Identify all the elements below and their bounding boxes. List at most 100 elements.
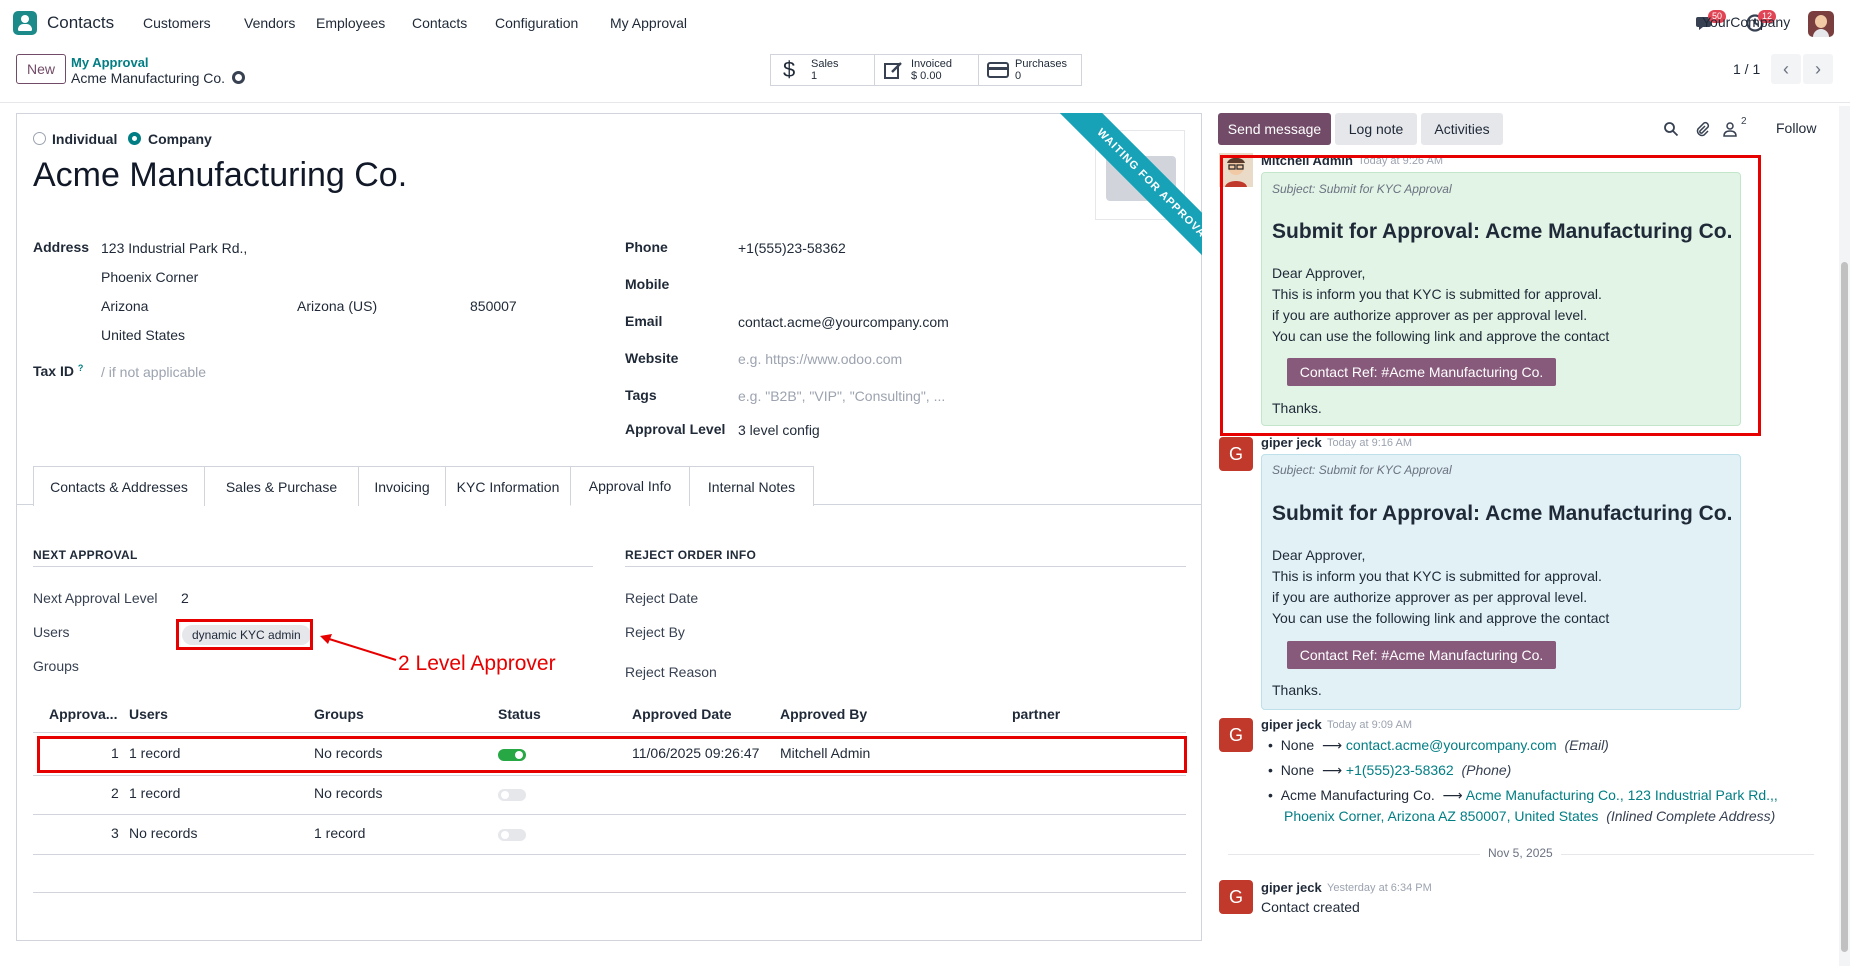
send-message-button[interactable]: Send message <box>1218 113 1331 145</box>
annotation-text: 2 Level Approver <box>398 652 556 675</box>
street2-field[interactable]: Phoenix Corner <box>101 269 198 285</box>
app-name[interactable]: Contacts <box>47 13 114 33</box>
tracking-old: None <box>1280 737 1315 753</box>
user-avatar[interactable] <box>1808 11 1834 37</box>
website-field[interactable]: e.g. https://www.odoo.com <box>738 351 902 367</box>
next-record-button[interactable]: › <box>1803 54 1833 84</box>
tags-field[interactable]: e.g. "B2B", "VIP", "Consulting", ... <box>738 388 945 404</box>
company-switcher[interactable]: YourCompany <box>1702 14 1790 30</box>
menu-my-approval[interactable]: My Approval <box>610 15 687 31</box>
taxid-label-text: Tax ID <box>33 363 74 379</box>
message-heading: Submit for Approval: Acme Manufacturing … <box>1272 502 1733 525</box>
tracking-new: Acme Manufacturing Co., 123 Industrial P… <box>1465 787 1778 803</box>
zip-field[interactable]: 850007 <box>470 298 517 314</box>
giper-jeck-avatar[interactable]: G <box>1219 437 1253 471</box>
log-note-button[interactable]: Log note <box>1335 113 1417 145</box>
row-divider <box>33 892 1186 893</box>
menu-contacts[interactable]: Contacts <box>412 15 467 31</box>
invoice-icon <box>884 62 902 79</box>
giper-jeck-avatar[interactable]: G <box>1219 718 1253 752</box>
row-users: No records <box>129 825 198 841</box>
contacts-app-icon[interactable] <box>13 11 37 35</box>
purchases-smart-button[interactable]: Purchases 0 <box>978 54 1082 86</box>
previous-record-button[interactable]: ‹ <box>1771 54 1801 84</box>
highlight-box-row <box>37 736 1187 773</box>
tab-approval-info[interactable]: Approval Info <box>570 466 690 506</box>
sales-smart-button[interactable]: $ Sales 1 <box>770 54 875 86</box>
partner-name-field[interactable]: Acme Manufacturing Co. <box>33 156 407 195</box>
invoiced-smart-button[interactable]: Invoiced $ 0.00 <box>874 54 979 86</box>
country-field[interactable]: United States <box>101 327 185 343</box>
street-field[interactable]: 123 Industrial Park Rd., <box>101 240 247 256</box>
tracking-change: • None ⟶ +1(555)23-58362 (Phone) <box>1268 762 1512 778</box>
followers-icon[interactable] <box>1722 121 1738 137</box>
section-divider <box>625 566 1186 567</box>
highlight-box-message <box>1220 155 1761 436</box>
search-icon[interactable] <box>1663 121 1679 137</box>
col-groups[interactable]: Groups <box>314 706 364 722</box>
message-author[interactable]: giper jeck <box>1261 435 1322 450</box>
taxid-label: Tax ID ? <box>33 363 83 379</box>
row-divider <box>33 854 1186 855</box>
col-users[interactable]: Users <box>129 706 168 722</box>
follow-button[interactable]: Follow <box>1776 120 1816 136</box>
chevron-right-icon: › <box>1815 58 1821 79</box>
state-field[interactable]: Arizona (US) <box>297 298 377 314</box>
stat-value: $ 0.00 <box>911 70 942 82</box>
annotation-arrow-icon <box>320 634 397 661</box>
message-line: if you are authorize approver as per app… <box>1272 589 1588 605</box>
radio-individual-label[interactable]: Individual <box>52 131 117 147</box>
phone-field[interactable]: +1(555)23-58362 <box>738 240 846 256</box>
pager-value[interactable]: 1 / 1 <box>1733 61 1760 77</box>
credit-card-icon <box>987 62 1009 78</box>
breadcrumb-current: Acme Manufacturing Co. <box>71 70 226 86</box>
row-divider <box>33 814 1186 815</box>
menu-configuration[interactable]: Configuration <box>495 15 578 31</box>
chatter-scrollbar[interactable] <box>1839 106 1850 966</box>
tab-sales-purchase[interactable]: Sales & Purchase <box>204 466 359 506</box>
tab-kyc-information[interactable]: KYC Information <box>445 466 571 506</box>
col-partner[interactable]: partner <box>1012 706 1060 722</box>
date-separator-label: Nov 5, 2025 <box>1480 846 1561 860</box>
breadcrumb-parent[interactable]: My Approval <box>71 55 149 70</box>
status-toggle[interactable] <box>498 789 526 801</box>
radio-individual[interactable] <box>33 132 46 145</box>
approval-level-label: Approval Level <box>625 421 726 437</box>
new-button[interactable]: New <box>16 54 66 84</box>
gear-icon[interactable] <box>232 71 245 84</box>
tracking-new: Phoenix Corner, Arizona AZ 850007, Unite… <box>1284 808 1599 824</box>
menu-vendors[interactable]: Vendors <box>244 15 295 31</box>
city-field[interactable]: Arizona <box>101 298 148 314</box>
radio-company-label[interactable]: Company <box>148 131 212 147</box>
col-approved-by[interactable]: Approved By <box>780 706 867 722</box>
taxid-field[interactable]: / if not applicable <box>101 364 206 380</box>
radio-company[interactable] <box>128 132 141 145</box>
notebook-tabs: Contacts & Addresses Sales & Purchase In… <box>16 466 1202 506</box>
message-author[interactable]: giper jeck <box>1261 880 1322 895</box>
tab-internal-notes[interactable]: Internal Notes <box>689 466 814 506</box>
tracking-field: (Email) <box>1564 737 1609 753</box>
email-field[interactable]: contact.acme@yourcompany.com <box>738 314 949 330</box>
contact-ref-button[interactable]: Contact Ref: #Acme Manufacturing Co. <box>1287 641 1556 669</box>
arrow-right-icon: ⟶ <box>1442 787 1463 803</box>
menu-employees[interactable]: Employees <box>316 15 385 31</box>
stat-value: 1 <box>811 70 818 82</box>
help-icon[interactable]: ? <box>78 363 84 373</box>
website-label: Website <box>625 350 679 366</box>
status-toggle[interactable] <box>498 829 526 841</box>
tab-contacts-addresses[interactable]: Contacts & Addresses <box>33 466 205 506</box>
paperclip-icon[interactable] <box>1694 121 1710 137</box>
giper-jeck-avatar[interactable]: G <box>1219 880 1253 914</box>
control-panel: New My Approval Acme Manufacturing Co. $… <box>0 46 1850 103</box>
col-status[interactable]: Status <box>498 706 541 722</box>
approval-level-field[interactable]: 3 level config <box>738 422 820 438</box>
col-approved-date[interactable]: Approved Date <box>632 706 732 722</box>
menu-customers[interactable]: Customers <box>143 15 211 31</box>
address-label: Address <box>33 239 90 255</box>
message-author[interactable]: giper jeck <box>1261 717 1322 732</box>
tab-invoicing[interactable]: Invoicing <box>358 466 446 506</box>
message-time: Yesterday at 6:34 PM <box>1327 882 1432 894</box>
col-approval-level[interactable]: Approva... <box>49 706 117 722</box>
tracking-field: (Phone) <box>1461 762 1512 778</box>
activities-button[interactable]: Activities <box>1421 113 1503 145</box>
